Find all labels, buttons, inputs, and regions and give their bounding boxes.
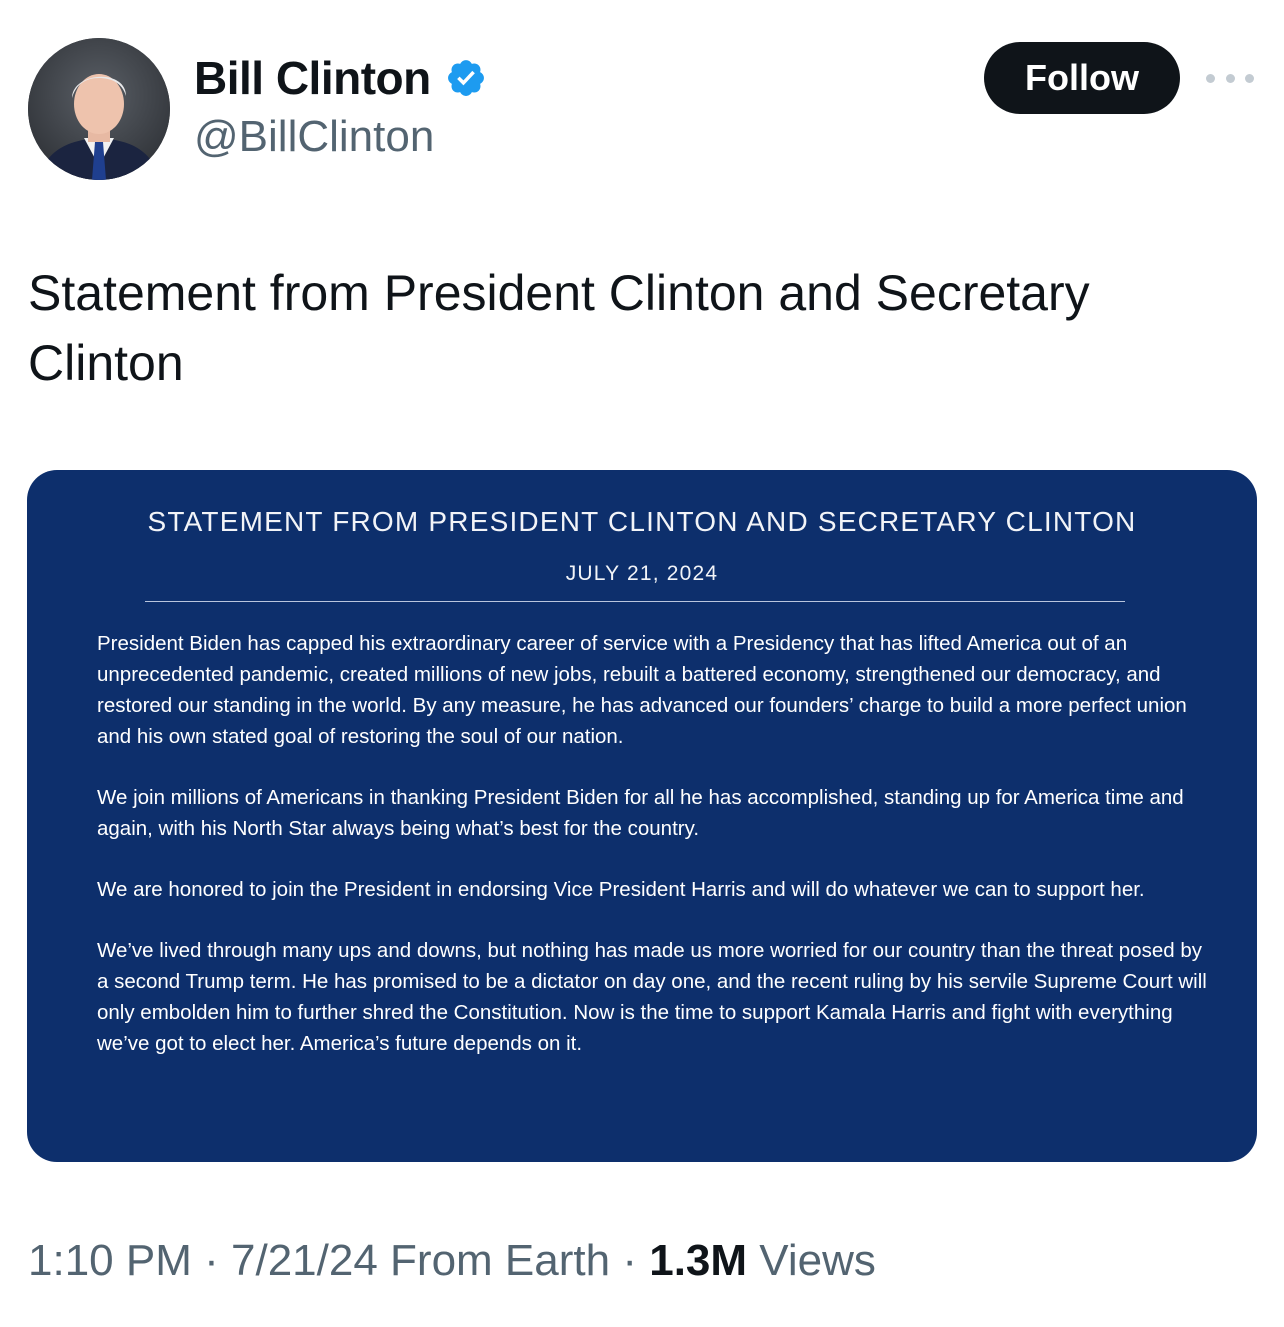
tweet-date[interactable]: 7/21/24	[231, 1236, 378, 1285]
tweet-location: From Earth	[390, 1236, 611, 1285]
statement-body: President Biden has capped his extraordi…	[97, 628, 1207, 1089]
follow-button[interactable]: Follow	[984, 42, 1180, 114]
tweet-text: Statement from President Clinton and Sec…	[28, 265, 1090, 391]
meta-separator: ·	[204, 1236, 219, 1285]
statement-paragraph: President Biden has capped his extraordi…	[97, 632, 1187, 748]
statement-title: STATEMENT FROM PRESIDENT CLINTON AND SEC…	[147, 506, 1137, 537]
more-dot	[1206, 73, 1215, 83]
statement-date: JULY 21, 2024	[565, 562, 719, 585]
author-handle[interactable]: @BillClinton	[194, 112, 434, 162]
more-dot	[1225, 73, 1235, 83]
avatar[interactable]	[28, 38, 170, 180]
statement-image[interactable]: STATEMENT FROM PRESIDENT CLINTON AND SEC…	[27, 470, 1257, 1162]
statement-paragraph: We are honored to join the President in …	[97, 878, 1145, 901]
profile-photo-icon	[28, 38, 170, 180]
author-name-row: Bill Clinton	[194, 50, 487, 106]
statement-paragraph: We’ve lived through many ups and downs, …	[97, 939, 1207, 1055]
display-name[interactable]: Bill Clinton	[194, 51, 431, 105]
statement-paragraph: We join millions of Americans in thankin…	[97, 786, 1184, 840]
tweet-meta: 1:10 PM · 7/21/24 From Earth · 1.3M View…	[28, 1236, 876, 1286]
verified-badge-icon[interactable]	[445, 57, 487, 99]
more-options-icon[interactable]	[1206, 62, 1254, 94]
views-label: Views	[759, 1236, 876, 1285]
meta-separator: ·	[622, 1236, 637, 1285]
more-dot	[1245, 73, 1254, 83]
views-count[interactable]: 1.3M	[649, 1236, 747, 1285]
tweet-time[interactable]: 1:10 PM	[28, 1236, 192, 1285]
statement-divider	[145, 601, 1125, 602]
